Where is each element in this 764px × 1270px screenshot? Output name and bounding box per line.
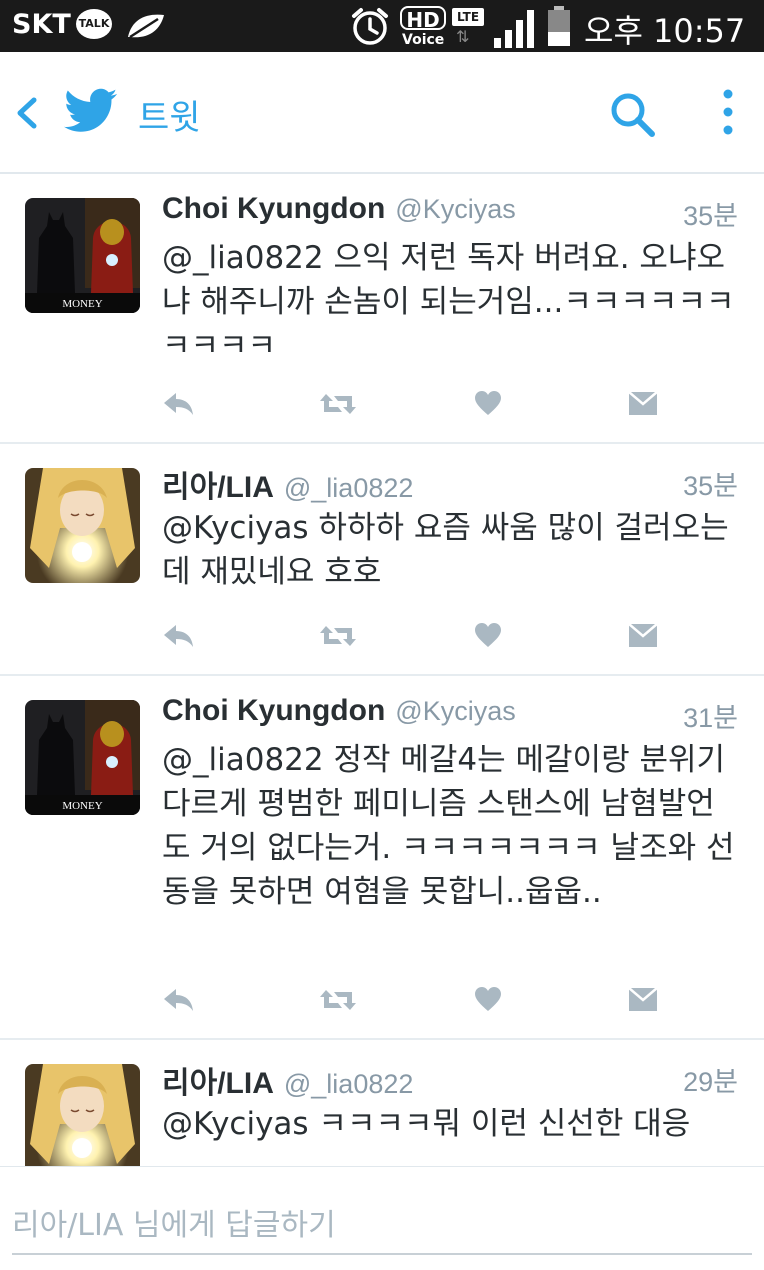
tweet-body: ㅋㅋㅋㅋ뭐 이런 신선한 대응: [308, 1106, 691, 1142]
lte-icon: LTE ⇅: [452, 8, 484, 48]
tweet-item[interactable]: MONEY Choi Kyungdon @Kyciyas 31분 @_lia082…: [0, 676, 764, 1040]
back-chevron-icon[interactable]: [12, 96, 42, 134]
voice-label: Voice: [402, 32, 445, 48]
avatar[interactable]: MONEY: [25, 700, 140, 815]
reply-bar: [0, 1166, 764, 1270]
tweet-author-line: Choi Kyungdon @Kyciyas: [162, 192, 516, 226]
tweet-author-line: 리아/LIA @_lia0822: [162, 1058, 413, 1102]
mention-link[interactable]: @Kyciyas: [162, 1106, 309, 1142]
reply-icon[interactable]: [162, 986, 196, 1018]
signal-strength-icon: [494, 8, 538, 52]
reply-icon[interactable]: [162, 390, 196, 422]
avatar[interactable]: [25, 468, 140, 583]
tweet-author-line: 리아/LIA @_lia0822: [162, 462, 413, 506]
tweet-text: @_lia0822 으익 저런 독자 버려요. 오냐오냐 해주니까 손놈이 되는…: [162, 236, 742, 368]
leaf-icon: [124, 11, 168, 45]
twitter-bird-icon: [64, 88, 118, 138]
author-name[interactable]: Choi Kyungdon: [162, 192, 385, 225]
author-handle[interactable]: @_lia0822: [284, 1069, 414, 1099]
status-bar: SKT TALK HD Voice LTE ⇅ 오후 10:57: [0, 0, 764, 52]
author-name[interactable]: Choi Kyungdon: [162, 694, 385, 727]
mention-link[interactable]: @Kyciyas: [162, 510, 309, 546]
direct-message-icon[interactable]: [628, 986, 658, 1016]
like-icon[interactable]: [474, 986, 502, 1016]
search-icon[interactable]: [608, 90, 658, 144]
like-icon[interactable]: [474, 622, 502, 652]
lte-label: LTE: [452, 8, 484, 26]
tweet-item[interactable]: MONEY Choi Kyungdon @Kyciyas 35분 @_lia082…: [0, 174, 764, 444]
tweet-item[interactable]: 리아/LIA @_lia0822 35분 @Kyciyas 하하하 요즘 싸움 많…: [0, 444, 764, 676]
retweet-icon[interactable]: [318, 390, 358, 422]
author-name[interactable]: 리아/LIA: [162, 471, 274, 504]
alarm-icon: [350, 6, 390, 50]
avatar[interactable]: MONEY: [25, 198, 140, 313]
tweet-time: 29분: [683, 1067, 738, 1097]
tweet-text: @Kyciyas ㅋㅋㅋㅋ뭐 이런 신선한 대응: [162, 1102, 742, 1146]
tweet-item[interactable]: 리아/LIA @_lia0822 29분 @Kyciyas ㅋㅋㅋㅋ뭐 이런 신선…: [0, 1040, 764, 1166]
battery-icon: [548, 6, 570, 46]
retweet-icon[interactable]: [318, 622, 358, 654]
mention-link[interactable]: @_lia0822: [162, 742, 324, 778]
data-arrows-icon: ⇅: [456, 27, 470, 46]
tweet-actions: [162, 622, 662, 654]
author-handle[interactable]: @Kyciyas: [395, 194, 515, 224]
tweet-actions: [162, 390, 662, 422]
tweet-text: @_lia0822 정작 메갈4는 메갈이랑 분위기 다르게 평범한 페미니즘 …: [162, 738, 742, 914]
reply-input[interactable]: [12, 1197, 752, 1255]
avatar-caption: MONEY: [62, 800, 102, 812]
app-bar: 트윗: [0, 52, 764, 174]
hd-voice-icon: HD Voice: [400, 6, 450, 48]
tweet-author-line: Choi Kyungdon @Kyciyas: [162, 694, 516, 728]
avatar-caption: MONEY: [62, 298, 102, 310]
overflow-menu-icon[interactable]: [716, 88, 740, 142]
author-name[interactable]: 리아/LIA: [162, 1067, 274, 1100]
tweet-time: 35분: [683, 471, 738, 501]
tweet-text: @Kyciyas 하하하 요즘 싸움 많이 걸러오는데 재밌네요 호호: [162, 506, 742, 594]
kakaotalk-icon: TALK: [76, 9, 112, 39]
retweet-icon[interactable]: [318, 986, 358, 1018]
like-icon[interactable]: [474, 390, 502, 420]
tweet-actions: [162, 986, 662, 1018]
clock-time: 오후 10:57: [584, 12, 746, 50]
reply-icon[interactable]: [162, 622, 196, 654]
tweet-time: 35분: [683, 201, 738, 231]
author-handle[interactable]: @Kyciyas: [395, 696, 515, 726]
hd-label: HD: [400, 6, 446, 32]
carrier-label: SKT: [12, 9, 71, 40]
avatar[interactable]: [25, 1064, 140, 1166]
direct-message-icon[interactable]: [628, 622, 658, 652]
page-title: 트윗: [138, 98, 201, 138]
author-handle[interactable]: @_lia0822: [284, 473, 414, 503]
direct-message-icon[interactable]: [628, 390, 658, 420]
mention-link[interactable]: @_lia0822: [162, 240, 324, 276]
tweet-time: 31분: [683, 703, 738, 733]
